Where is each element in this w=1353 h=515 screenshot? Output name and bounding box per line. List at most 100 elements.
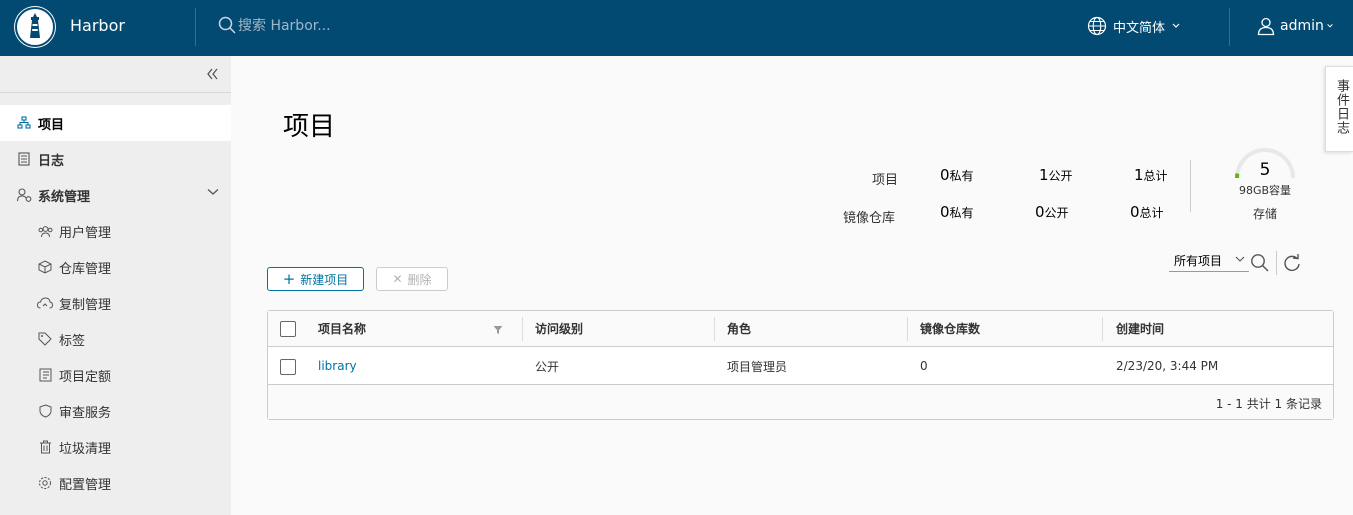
- refresh-icon[interactable]: [1282, 253, 1302, 273]
- column-divider: [522, 317, 523, 341]
- header-divider: [195, 8, 196, 46]
- admin-icon: [16, 187, 32, 203]
- sidebar-item-label: 配置管理: [59, 477, 112, 493]
- project-name-link[interactable]: library: [318, 348, 357, 384]
- column-header-role[interactable]: 角色: [727, 311, 751, 346]
- stat-repos-label: 镜像仓库: [843, 211, 896, 226]
- table-row[interactable]: library 公开 项目管理员 0 2/23/20, 3:44 PM: [268, 348, 1333, 385]
- storage-value: 5: [1259, 160, 1271, 180]
- stat-projects-private: 0私有: [940, 166, 974, 184]
- project-repo-count: 0: [920, 359, 928, 373]
- project-access: 公开: [535, 359, 560, 374]
- sidebar-item-label: 用户管理: [59, 225, 112, 241]
- stat-repos-public: 0公开: [1035, 203, 1069, 221]
- cloud-sync-icon: [37, 295, 53, 311]
- sidebar-item-label: 系统管理: [38, 189, 91, 205]
- log-icon: [16, 151, 32, 167]
- table-header: 项目名称 访问级别 角色 镜像仓库数 创建时间: [268, 311, 1333, 347]
- event-log-tab[interactable]: 事件日志: [1325, 66, 1353, 152]
- global-search[interactable]: [218, 14, 518, 38]
- tag-icon: [37, 331, 53, 347]
- projects-table: 项目名称 访问级别 角色 镜像仓库数 创建时间 library 公开 项目管理员…: [267, 310, 1334, 420]
- sidebar-item-administration[interactable]: 系统管理: [0, 177, 231, 213]
- sidebar-item-label: 项目: [38, 117, 65, 133]
- collapse-sidebar-icon[interactable]: [204, 66, 220, 82]
- delete-label: 删除: [407, 272, 432, 287]
- search-icon: [218, 16, 236, 34]
- stat-projects-total: 1总计: [1134, 166, 1168, 184]
- sidebar-item-label: 标签: [59, 333, 86, 349]
- column-header-created[interactable]: 创建时间: [1116, 311, 1164, 346]
- user-menu[interactable]: admin: [1256, 14, 1334, 38]
- new-project-button[interactable]: + 新建项目: [267, 267, 364, 291]
- column-divider: [1102, 317, 1103, 341]
- box-icon: [37, 259, 53, 275]
- sidebar-item-users[interactable]: 用户管理: [0, 213, 231, 249]
- gear-icon: [37, 475, 53, 491]
- sidebar-item-logs[interactable]: 日志: [0, 141, 231, 177]
- delete-button[interactable]: ✕ 删除: [376, 267, 448, 291]
- language-selector[interactable]: 中文简体: [1087, 14, 1181, 38]
- project-created-time: 2/23/20, 3:44 PM: [1116, 359, 1219, 373]
- sidebar-item-label: 仓库管理: [59, 261, 112, 277]
- column-header-access[interactable]: 访问级别: [535, 311, 583, 346]
- quota-icon: [37, 367, 53, 383]
- filter-selected-label: 所有项目: [1174, 254, 1223, 268]
- project-icon: [16, 115, 32, 131]
- storage-label: 存储: [1252, 207, 1277, 221]
- sidebar-divider: [0, 92, 231, 93]
- sidebar: 项目 日志 系统管理 用户管理 仓库管理 复制管理 标签 项目定额 审查服务 垃…: [0, 56, 231, 515]
- trash-icon: [37, 439, 53, 455]
- sidebar-item-label: 日志: [38, 153, 65, 169]
- chevron-down-icon: [207, 189, 219, 195]
- row-checkbox[interactable]: [280, 359, 296, 375]
- sidebar-item-quotas[interactable]: 项目定额: [0, 357, 231, 393]
- shield-icon: [37, 403, 53, 419]
- sidebar-item-configuration[interactable]: 配置管理: [0, 465, 231, 501]
- chevron-down-icon: [1327, 24, 1333, 28]
- plus-icon: +: [282, 269, 296, 288]
- new-project-label: 新建项目: [300, 272, 349, 287]
- sidebar-item-label: 复制管理: [59, 297, 112, 313]
- toolbar-divider: [1276, 251, 1277, 275]
- chevron-down-icon: [1172, 23, 1180, 28]
- event-log-label: 事件日志: [1334, 79, 1349, 135]
- sidebar-item-projects[interactable]: 项目: [0, 105, 231, 141]
- stat-projects-label: 项目: [872, 173, 899, 188]
- sidebar-item-label: 项目定额: [59, 369, 112, 385]
- users-icon: [37, 223, 53, 239]
- stat-repos-private: 0私有: [940, 203, 974, 221]
- language-label: 中文简体: [1113, 20, 1166, 36]
- column-header-repo-count[interactable]: 镜像仓库数: [920, 311, 980, 346]
- sidebar-item-label: 审查服务: [59, 405, 112, 421]
- search-input[interactable]: [238, 14, 498, 38]
- harbor-logo[interactable]: [14, 6, 56, 48]
- username-label: admin: [1280, 18, 1324, 34]
- sidebar-item-label: 垃圾清理: [59, 441, 112, 457]
- select-all-checkbox[interactable]: [280, 321, 296, 337]
- globe-icon: [1087, 16, 1107, 36]
- sidebar-item-interrogation[interactable]: 审查服务: [0, 393, 231, 429]
- sidebar-item-replications[interactable]: 复制管理: [0, 285, 231, 321]
- header-divider: [1229, 8, 1230, 46]
- filter-icon[interactable]: [493, 325, 503, 335]
- storage-capacity: 98GB容量: [1238, 184, 1292, 197]
- column-divider: [714, 317, 715, 341]
- sidebar-item-registries[interactable]: 仓库管理: [0, 249, 231, 285]
- stat-projects-public: 1公开: [1039, 166, 1073, 184]
- page-title: 项目: [283, 112, 336, 142]
- user-icon: [1257, 17, 1275, 36]
- project-role: 项目管理员: [727, 359, 788, 374]
- search-icon[interactable]: [1250, 253, 1270, 273]
- column-header-name[interactable]: 项目名称: [318, 311, 366, 346]
- stats-divider: [1190, 160, 1191, 212]
- sidebar-item-gc[interactable]: 垃圾清理: [0, 429, 231, 465]
- brand-name[interactable]: Harbor: [70, 16, 125, 35]
- pagination-summary: 1 - 1 共计 1 条记录: [1215, 397, 1322, 411]
- table-footer: 1 - 1 共计 1 条记录: [268, 385, 1333, 419]
- close-icon: ✕: [392, 272, 403, 286]
- sidebar-item-labels[interactable]: 标签: [0, 321, 231, 357]
- chevron-down-icon: [1235, 256, 1245, 262]
- project-filter-select[interactable]: 所有项目: [1169, 250, 1249, 272]
- top-header: Harbor 中文简体 admin: [0, 0, 1353, 56]
